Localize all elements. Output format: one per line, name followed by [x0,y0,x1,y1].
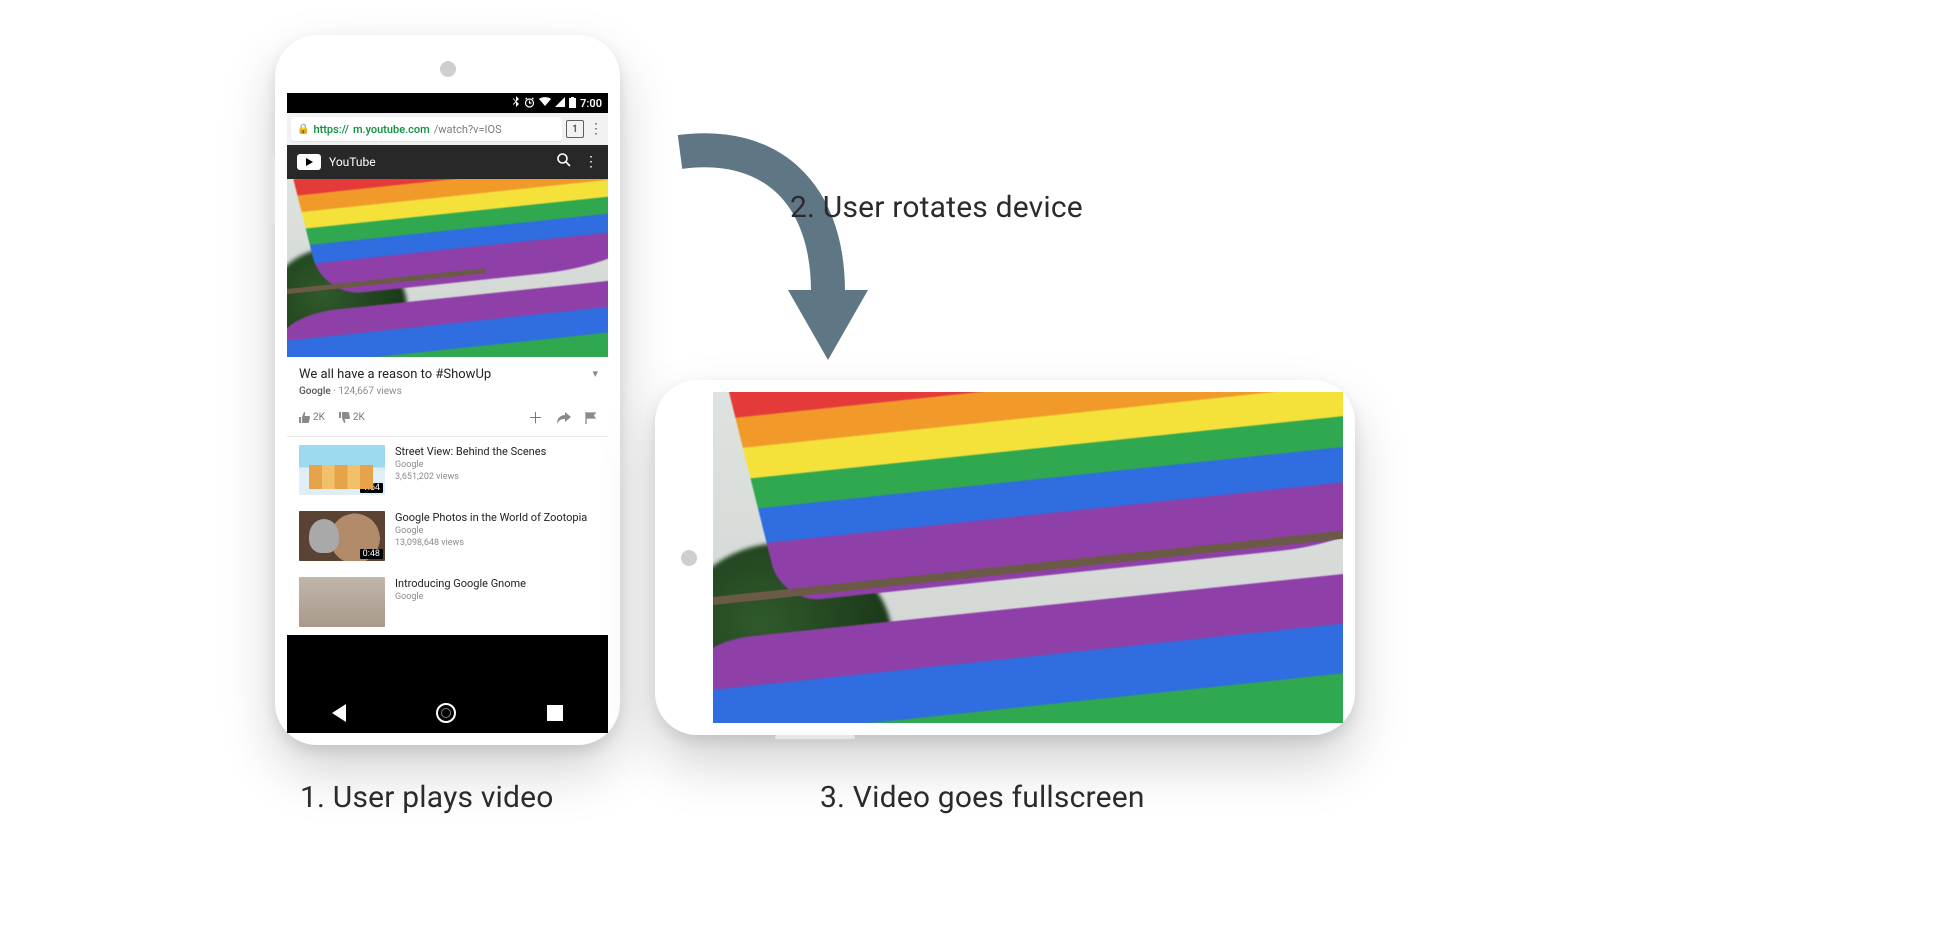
suggested-videos-list: 1:54 Street View: Behind the Scenes Goog… [287,437,608,635]
youtube-more-icon[interactable]: ⋮ [584,155,598,169]
android-status-bar: 7:00 [287,93,608,113]
status-bar-time: 7:00 [580,97,602,110]
url-protocol: https:// [313,123,349,136]
url-input[interactable]: 🔒 https:// m.youtube.com/watch?v=IOS [291,117,562,141]
cell-signal-icon [555,97,565,109]
phone-side-button [775,735,855,739]
caption-step-2: 2. User rotates device [790,190,1083,225]
video-meta-panel: We all have a reason to #ShowUp Google ·… [287,357,608,437]
home-button-icon[interactable] [436,703,456,723]
browser-url-bar: 🔒 https:// m.youtube.com/watch?v=IOS 1 ⋮ [287,113,608,145]
phone-landscape-frame [655,380,1355,735]
suggested-thumbnail: 1:54 [299,445,385,495]
report-button[interactable] [585,412,596,424]
suggested-channel: Google [395,526,587,536]
video-frame-image [287,179,608,357]
battery-icon [569,97,576,110]
video-actions-row: 2K 2K ＋ [299,407,596,428]
browser-menu-button[interactable]: ⋮ [588,122,604,136]
video-title: We all have a reason to #ShowUp [299,367,596,382]
expand-description-icon[interactable]: ▾ [592,367,598,380]
suggested-row[interactable]: 1:54 Street View: Behind the Scenes Goog… [287,437,608,503]
dislike-button[interactable]: 2K [339,412,365,423]
suggested-row[interactable]: Introducing Google Gnome Google [287,569,608,635]
fullscreen-video-frame[interactable] [713,392,1343,723]
phone-portrait-frame: 7:00 🔒 https:// m.youtube.com/watch?v=IOS… [275,35,620,745]
recents-button-icon[interactable] [547,705,563,721]
url-path: /watch?v=IOS [434,123,502,136]
video-subline: Google · 124,667 views [299,386,596,397]
suggested-title: Google Photos in the World of Zootopia [395,511,587,524]
phone-earpiece [681,550,697,566]
phone-screen-portrait: 7:00 🔒 https:// m.youtube.com/watch?v=IOS… [287,93,608,733]
video-player[interactable] [287,179,608,357]
suggested-title: Street View: Behind the Scenes [395,445,546,458]
alarm-icon [524,97,535,110]
youtube-logo-icon[interactable] [297,154,321,170]
suggested-thumbnail [299,577,385,627]
suggested-channel: Google [395,460,546,470]
android-nav-bar [287,693,608,733]
phone-screen-landscape [713,392,1343,723]
youtube-brand-text: YouTube [329,155,544,169]
search-icon[interactable] [552,152,576,172]
phone-side-button [271,155,275,225]
back-button-icon[interactable] [332,704,346,722]
suggested-duration: 1:54 [360,483,383,493]
video-views: 124,667 views [338,386,401,397]
wifi-icon [539,97,551,109]
share-button[interactable] [557,412,571,424]
suggested-title: Introducing Google Gnome [395,577,526,590]
suggested-row[interactable]: 0:48 Google Photos in the World of Zooto… [287,503,608,569]
rotation-arrow-icon [660,112,880,372]
lock-icon: 🔒 [297,124,309,135]
video-channel[interactable]: Google [299,386,331,397]
suggested-channel: Google [395,592,526,602]
youtube-header: YouTube ⋮ [287,145,608,179]
suggested-views: 13,098,648 views [395,538,587,548]
like-button[interactable]: 2K [299,412,325,423]
suggested-duration: 0:48 [360,549,383,559]
suggested-views: 3,651,202 views [395,472,546,482]
url-domain: m.youtube.com [353,123,430,136]
add-to-button[interactable]: ＋ [528,407,543,428]
caption-step-3: 3. Video goes fullscreen [820,780,1145,815]
phone-earpiece [440,61,456,77]
suggested-thumbnail: 0:48 [299,511,385,561]
caption-step-1: 1. User plays video [300,780,554,815]
bluetooth-icon [512,96,520,110]
tab-switcher-button[interactable]: 1 [566,120,584,138]
